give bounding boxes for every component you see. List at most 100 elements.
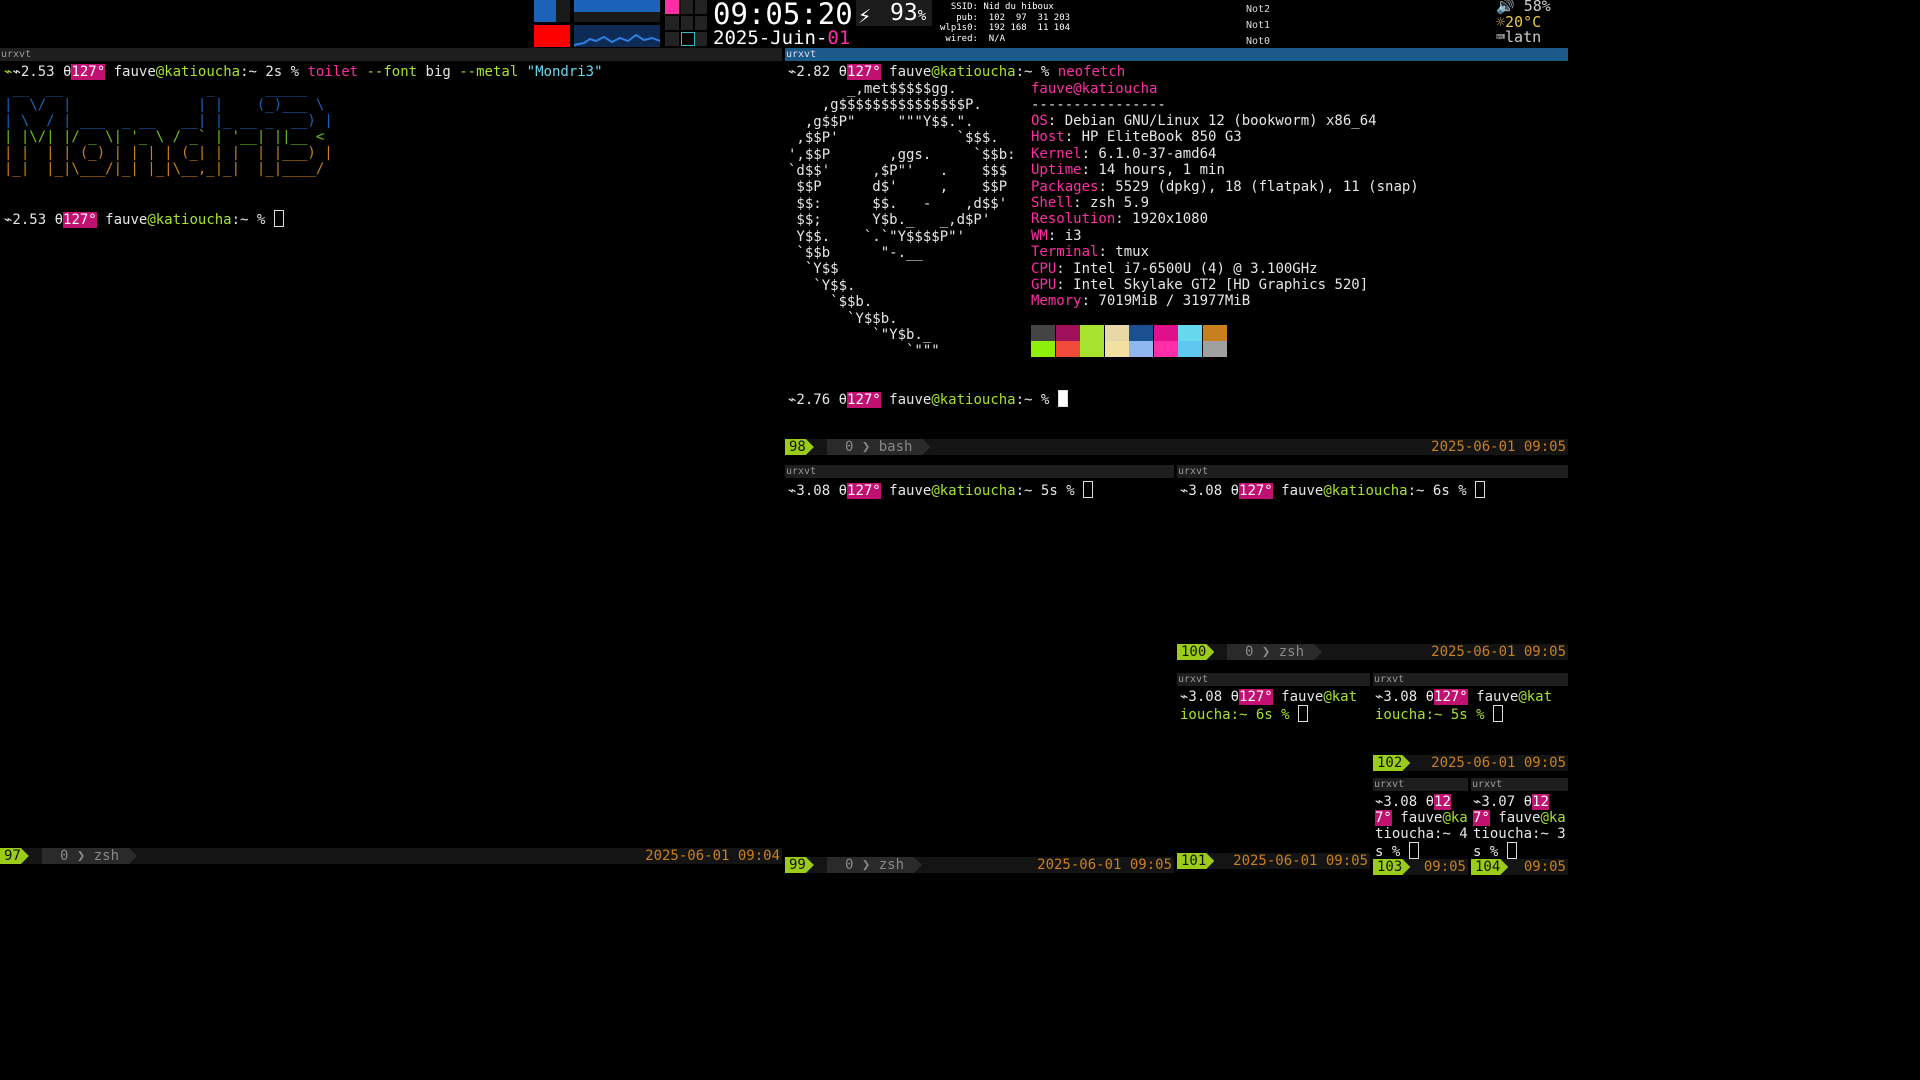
window-title: urxvt xyxy=(1177,465,1568,478)
logo-line: `Y$$ xyxy=(788,261,839,278)
info-line: WM: i3 xyxy=(1031,227,1082,244)
palette-swatch xyxy=(1080,325,1104,341)
info-line: Host: HP EliteBook 850 G3 xyxy=(1031,129,1242,146)
window-number: 97 xyxy=(0,848,29,864)
palette-swatch xyxy=(1202,325,1227,341)
text-cursor xyxy=(1475,481,1486,498)
ascii-art-line: |_| |_|\___/|_| |_|\__,_|_| |_|____/ xyxy=(4,161,325,177)
info-line: Uptime: 14 hours, 1 min xyxy=(1031,162,1225,179)
logo-line: `"Y$b._ xyxy=(788,327,932,343)
tmux-window-tab[interactable]: 0 ❯ bash xyxy=(827,439,930,455)
text-cursor xyxy=(1298,705,1309,722)
tmux-status-bar: 101 2025-06-01 09:05 xyxy=(1177,853,1370,869)
info-line: OS: Debian GNU/Linux 12 (bookworm) x86_6… xyxy=(1031,113,1377,129)
prompt-line: ioucha:~ 6s % xyxy=(1180,705,1309,723)
status-datetime: 09:05 xyxy=(1423,859,1466,875)
tmux-status-bar: 103 09:05 xyxy=(1373,859,1468,875)
terminal-pane-99[interactable]: urxvt ⌁3.08 θ127° fauve@katioucha:~ 5s %… xyxy=(785,465,1174,882)
prompt-line: tioucha:~ 4 xyxy=(1375,826,1468,842)
tmux-status-bar: 98 0 ❯ bash 2025-06-01 09:05 xyxy=(785,439,1568,455)
palette-swatch xyxy=(1178,325,1202,341)
status-datetime: 2025-06-01 09:05 xyxy=(1037,857,1172,873)
notification-item[interactable]: Not2 xyxy=(1246,2,1270,18)
prompt-line: ⌁2.82 θ127° fauve@katioucha:~ % neofetch xyxy=(788,64,1126,80)
window-title: urxvt xyxy=(1177,673,1370,686)
logo-line: $$: $$. - ,d$$' xyxy=(788,195,1008,212)
battery-level: 93% xyxy=(890,0,927,26)
terminal-pane-104[interactable]: urxvt ⌁3.07 θ12 7° fauve@ka tioucha:~ 3 … xyxy=(1471,778,1568,882)
terminal-pane-100[interactable]: urxvt ⌁3.08 θ127° fauve@katioucha:~ 6s %… xyxy=(1177,465,1568,661)
prompt-line: ⌁3.07 θ12 xyxy=(1473,794,1549,810)
logo-line: ,g$$P" """Y$$.". xyxy=(788,113,974,130)
ascii-art-line: | \/ | | | (_)___ \ xyxy=(4,97,325,113)
neofetch-user: fauve@katioucha xyxy=(1031,81,1158,97)
status-datetime: 2025-06-01 09:04 xyxy=(645,848,780,864)
palette-swatch xyxy=(1104,341,1129,357)
tmux-window-tab[interactable]: 0 ❯ zsh xyxy=(1227,644,1322,660)
system-tray: 🔊 58% ☼20°C ⌨latn xyxy=(1496,0,1551,46)
info-line: GPU: Intel Skylake GT2 [HD Graphics 520] xyxy=(1031,277,1369,293)
logo-line: `$$b. xyxy=(788,294,873,311)
window-number: 100 xyxy=(1177,644,1214,660)
keyboard-icon: ⌨ xyxy=(1496,28,1506,46)
prompt-line: ⌁3.08 θ12 xyxy=(1375,794,1451,810)
network-info: SSID: Nid du hiboux pub: 102 97 31 203 w… xyxy=(940,2,1071,44)
window-number: 102 xyxy=(1373,755,1410,771)
prompt-line: ⌁⌁2.53 θ127° fauve@katioucha:~ 2s % toil… xyxy=(4,64,603,80)
window-number: 98 xyxy=(785,439,814,455)
palette-swatch xyxy=(1080,341,1104,357)
palette-swatch xyxy=(1129,325,1153,341)
window-number: 103 xyxy=(1373,859,1410,875)
notification-list[interactable]: Not2 Not1 Not0 xyxy=(1246,2,1270,50)
prompt-line: s % xyxy=(1375,842,1419,860)
palette-swatch xyxy=(1031,341,1055,357)
logo-line: `Y$$. xyxy=(788,277,856,294)
logo-line: ,$$P' `$$$. xyxy=(788,130,999,147)
logo-line: $$; Y$b._ _,d$P' xyxy=(788,212,991,229)
status-datetime: 2025-06-01 09:05 xyxy=(1431,439,1566,455)
status-datetime: 2025-06-01 09:05 xyxy=(1233,853,1368,869)
tmux-window-tab[interactable]: 0 ❯ zsh xyxy=(42,848,137,864)
tmux-window-tab[interactable]: 0 ❯ zsh xyxy=(827,857,922,873)
tmux-status-bar: 104 09:05 xyxy=(1471,859,1568,875)
prompt-line: 7° fauve@ka xyxy=(1473,810,1566,826)
prompt-line: tioucha:~ 3 xyxy=(1473,826,1566,842)
palette-swatch xyxy=(1178,341,1202,357)
palette-swatch xyxy=(1055,341,1080,357)
text-cursor xyxy=(1493,705,1504,722)
window-title: urxvt xyxy=(1471,778,1568,791)
window-title: urxvt xyxy=(0,48,782,61)
palette-swatch xyxy=(1153,325,1178,341)
text-cursor xyxy=(1506,842,1517,859)
notification-item[interactable]: Not1 xyxy=(1246,18,1270,34)
status-datetime: 2025-06-01 09:05 xyxy=(1431,644,1566,660)
terminal-pane-102[interactable]: urxvt ⌁3.08 θ127° fauve@kat ioucha:~ 5s … xyxy=(1373,673,1568,774)
prompt-line: ⌁3.08 θ127° fauve@kat xyxy=(1375,689,1553,705)
logo-line: `Y$$b. xyxy=(788,310,898,327)
text-cursor xyxy=(273,210,284,227)
logo-line: ',$$P ,ggs. `$$b: xyxy=(788,146,1016,163)
terminal-left[interactable]: urxvt ⌁⌁2.53 θ127° fauve@katioucha:~ 2s … xyxy=(0,48,782,882)
prompt-line: ⌁3.08 θ127° fauve@katioucha:~ 5s % xyxy=(788,481,1094,499)
prompt-line: ⌁3.08 θ127° fauve@katioucha:~ 6s % xyxy=(1180,481,1486,499)
prompt-line: 7° fauve@ka xyxy=(1375,810,1468,826)
window-title: urxvt xyxy=(785,465,1174,478)
logo-line: $$P d$' , $$P xyxy=(788,179,1008,196)
info-line: Memory: 7019MiB / 31977MiB xyxy=(1031,293,1251,310)
text-cursor xyxy=(1083,481,1094,498)
memory-graph-icon xyxy=(574,0,660,22)
workspace-grid-icon[interactable] xyxy=(665,0,709,48)
terminal-pane-101[interactable]: urxvt ⌁3.08 θ127° fauve@kat ioucha:~ 6s … xyxy=(1177,673,1370,882)
charging-bolt-icon: ⚡ xyxy=(858,4,872,29)
logo-line: `d$$' ,$P"' . $$$ xyxy=(788,163,1008,179)
top-status-bar: 09:05:20 2025-Juin-01 ⚡ 93% SSID: Nid du… xyxy=(0,0,1568,50)
info-line: CPU: Intel i7-6500U (4) @ 3.100GHz xyxy=(1031,260,1318,277)
info-line: Resolution: 1920x1080 xyxy=(1031,211,1209,228)
neofetch-separator: ---------------- xyxy=(1031,97,1166,113)
ascii-art-line: __ __ _ _____ xyxy=(4,81,316,97)
keyboard-layout: latn xyxy=(1505,28,1542,46)
terminal-neofetch[interactable]: urxvt ⌁2.82 θ127° fauve@katioucha:~ % ne… xyxy=(785,48,1568,462)
window-number: 99 xyxy=(785,857,814,873)
terminal-pane-103[interactable]: urxvt ⌁3.08 θ12 7° fauve@ka tioucha:~ 4 … xyxy=(1373,778,1468,882)
network-graph-icon xyxy=(573,25,661,47)
